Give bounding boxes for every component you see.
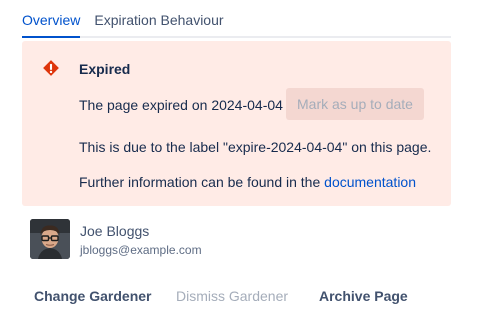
expired-prefix: The page expired on	[79, 97, 212, 113]
avatar	[30, 219, 70, 259]
alert-title: Expired	[79, 61, 131, 77]
error-icon	[43, 60, 59, 76]
tab-expiration-behaviour[interactable]: Expiration Behaviour	[94, 8, 223, 32]
gardener-email: jbloggs@example.com	[80, 243, 202, 257]
tab-overview[interactable]: Overview	[22, 8, 81, 38]
avatar-image	[30, 219, 70, 259]
change-gardener-button[interactable]: Change Gardener	[22, 280, 163, 312]
expired-date: 2024-04-04	[211, 97, 283, 113]
expired-alert-panel: Expired The page expired on 2024-04-04 M…	[22, 41, 451, 206]
dismiss-gardener-button[interactable]: Dismiss Gardener	[164, 280, 300, 312]
tab-list: Overview Expiration Behaviour	[22, 8, 451, 38]
expired-on-text: The page expired on 2024-04-04	[79, 97, 283, 113]
documentation-link[interactable]: documentation	[324, 174, 416, 190]
mark-as-up-to-date-button[interactable]: Mark as up to date	[286, 88, 424, 120]
further-info-prefix: Further information can be found in the	[79, 174, 325, 190]
gardener-name: Joe Bloggs	[80, 223, 150, 239]
further-info-text: Further information can be found in the …	[79, 174, 416, 190]
archive-page-button[interactable]: Archive Page	[307, 280, 420, 312]
expiry-reason-text: This is due to the label "expire-2024-04…	[79, 139, 432, 155]
